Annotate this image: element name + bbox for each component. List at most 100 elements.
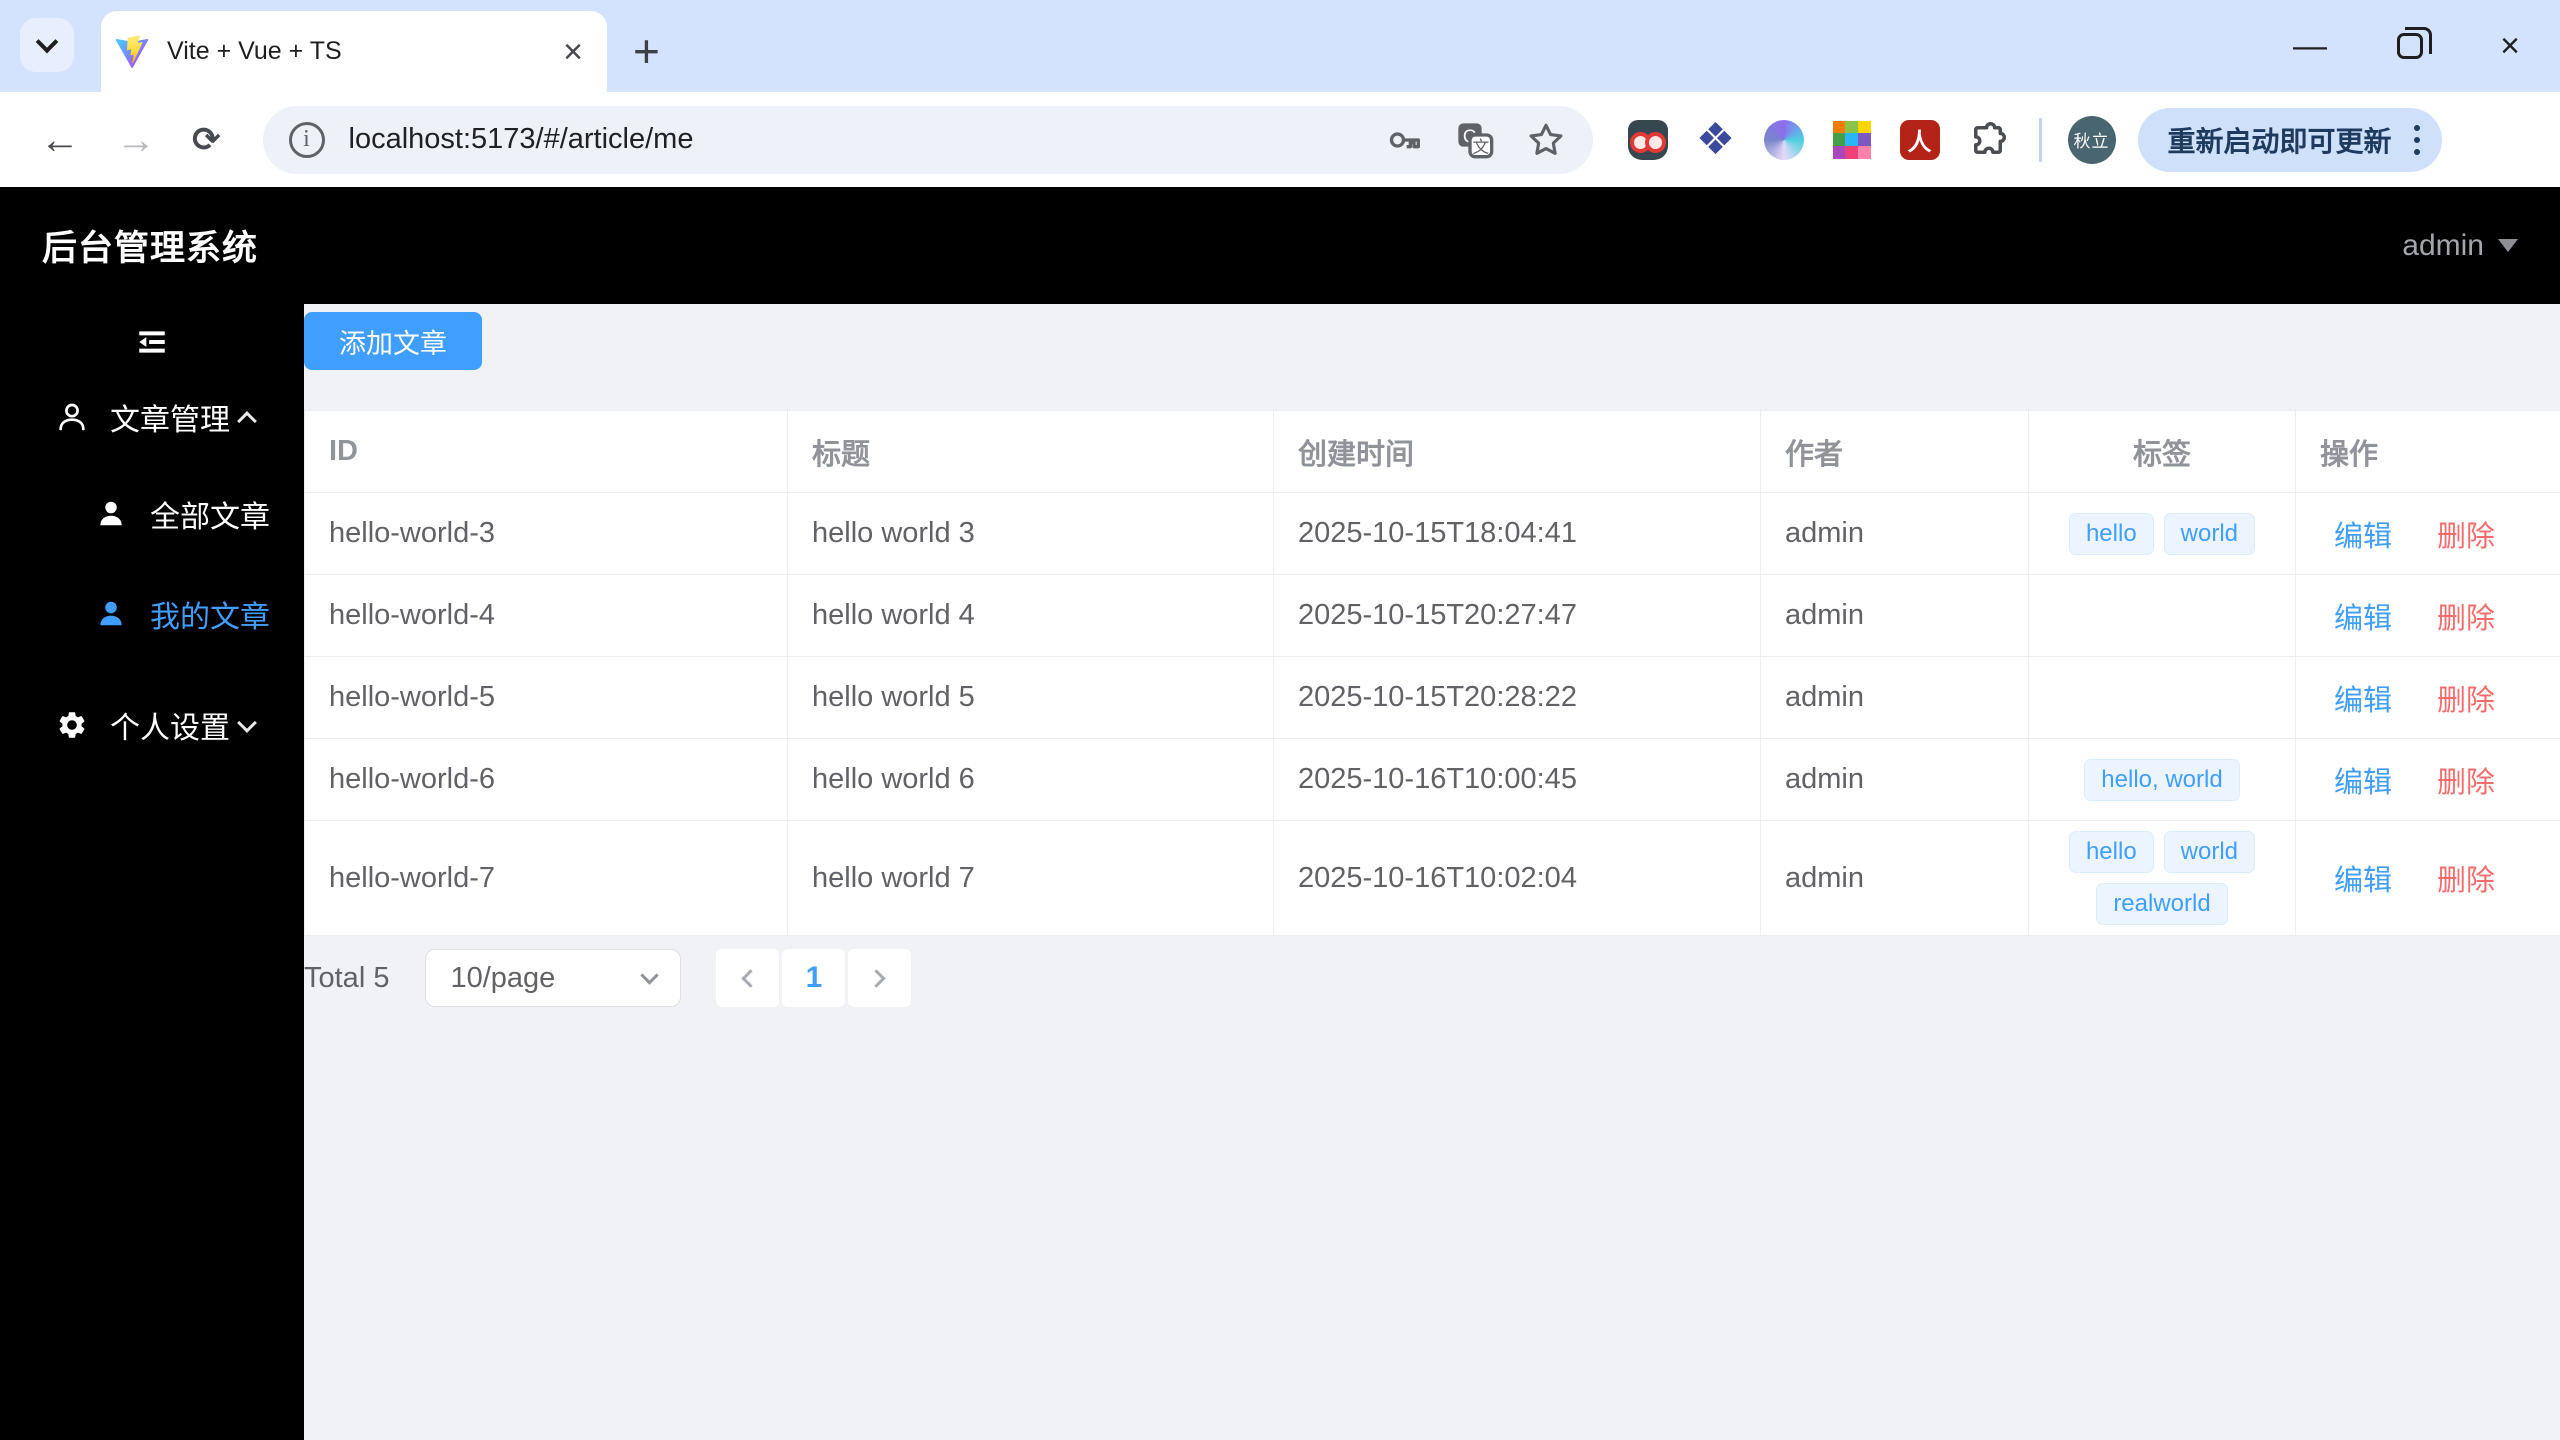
user-outline-icon <box>56 400 90 434</box>
sidebar-item-my-articles[interactable]: 我的文章 <box>0 564 304 664</box>
tampermonkey-extension-icon[interactable] <box>1627 119 1669 161</box>
tag-badge: realworld <box>2096 883 2228 925</box>
tag-list: hello world <box>2041 512 2283 555</box>
sidebar-group-articles[interactable]: 文章管理 <box>0 370 304 464</box>
edit-link[interactable]: 编辑 <box>2334 603 2392 635</box>
new-tab-button[interactable]: + <box>633 28 660 74</box>
cell-title: hello world 4 <box>787 574 1274 657</box>
cell-actions: 编辑 删除 <box>2295 656 2560 739</box>
sidebar-group-settings[interactable]: 个人设置 <box>0 678 304 772</box>
table-header-row: ID 标题 创建时间 作者 标签 操作 <box>304 410 2560 493</box>
user-dropdown[interactable]: admin <box>2402 229 2518 263</box>
cell-id: hello-world-7 <box>304 820 788 936</box>
edit-link[interactable]: 编辑 <box>2334 521 2392 553</box>
next-page-button[interactable] <box>848 949 912 1007</box>
cell-author: admin <box>1760 492 2029 575</box>
page-size-value: 10/page <box>450 961 556 994</box>
update-chrome-label: 重新启动即可更新 <box>2167 125 2392 157</box>
restore-icon <box>2397 27 2432 59</box>
cell-author: admin <box>1760 656 2029 739</box>
gear-icon <box>56 708 90 742</box>
cell-tags: hello, world <box>2028 738 2296 821</box>
update-chrome-button[interactable]: 重新启动即可更新 <box>2137 107 2442 172</box>
col-header-title: 标题 <box>787 410 1274 493</box>
translate-icon[interactable]: G 文 <box>1455 120 1495 160</box>
table-row: hello-world-6 hello world 6 2025-10-16T10:… <box>304 738 2560 821</box>
col-header-id: ID <box>304 410 788 493</box>
site-info-icon[interactable]: i <box>288 121 325 158</box>
browser-toolbar: ← → ⟳ i localhost:5173/#/article/me G 文 <box>0 92 2560 187</box>
restore-button[interactable] <box>2360 0 2460 92</box>
tab-title: Vite + Vue + TS <box>167 37 342 65</box>
cell-title: hello world 6 <box>787 738 1274 821</box>
sidebar-item-all-articles-label: 全部文章 <box>150 501 270 534</box>
delete-link[interactable]: 删除 <box>2437 603 2495 635</box>
app-header: 后台管理系统 admin <box>0 187 2560 304</box>
col-header-created: 创建时间 <box>1273 410 1761 493</box>
password-key-icon[interactable] <box>1385 120 1425 160</box>
cell-title: hello world 7 <box>787 820 1274 936</box>
tag-list: hello world realworld <box>2041 831 2283 925</box>
address-bar[interactable]: i localhost:5173/#/article/me G 文 <box>262 105 1593 174</box>
cell-author: admin <box>1760 574 2029 657</box>
delete-link[interactable]: 删除 <box>2437 865 2495 897</box>
bookmark-star-icon[interactable] <box>1525 119 1567 161</box>
pagination: Total 5 10/page 1 <box>304 949 2560 1007</box>
browser-menu-icon[interactable] <box>2413 124 2420 155</box>
cell-tags <box>2028 574 2296 657</box>
chevron-down-icon <box>35 30 59 54</box>
vite-favicon-icon <box>115 34 149 68</box>
page-number-button[interactable]: 1 <box>782 949 846 1007</box>
url-text[interactable]: localhost:5173/#/article/me <box>349 123 1385 156</box>
window-controls: — × <box>2260 0 2560 92</box>
cell-actions: 编辑 删除 <box>2295 738 2560 821</box>
articles-table: ID 标题 创建时间 作者 标签 操作 hello-world-3 hello w… <box>304 410 2560 936</box>
sidebar: 文章管理 全部文章 我的文章 个人设置 <box>0 304 304 1440</box>
add-article-button[interactable]: 添加文章 <box>304 312 482 370</box>
app-title: 后台管理系统 <box>42 229 259 268</box>
user-name: admin <box>2402 228 2484 262</box>
cell-tags: hello world realworld <box>2028 820 2296 936</box>
pdf-extension-icon[interactable]: 人 <box>1899 119 1941 161</box>
cell-created: 2025-10-16T10:00:45 <box>1273 738 1761 821</box>
tab-strip: Vite + Vue + TS × + — × <box>0 0 2560 92</box>
table-row: hello-world-5 hello world 5 2025-10-15T20:… <box>304 656 2560 739</box>
extensions-puzzle-icon[interactable] <box>1967 119 2009 161</box>
delete-link[interactable]: 删除 <box>2437 685 2495 717</box>
sidebar-group-articles-label: 文章管理 <box>110 404 230 437</box>
tab-close-icon[interactable]: × <box>557 35 589 69</box>
swirl-extension-icon[interactable] <box>1763 119 1805 161</box>
back-button[interactable]: ← <box>40 120 80 160</box>
tab-search-button[interactable] <box>20 18 74 72</box>
tag-badge: hello <box>2068 512 2154 555</box>
tag-badge: hello <box>2068 831 2154 873</box>
edit-link[interactable]: 编辑 <box>2334 685 2392 717</box>
caret-down-icon <box>2498 239 2518 252</box>
table-row: hello-world-7 hello world 7 2025-10-16T10:… <box>304 820 2560 936</box>
cell-created: 2025-10-15T20:27:47 <box>1273 574 1761 657</box>
chevron-down-icon <box>237 713 257 733</box>
tag-badge: world <box>2163 831 2256 873</box>
forward-button[interactable]: → <box>116 120 156 160</box>
reload-button[interactable]: ⟳ <box>192 123 221 157</box>
delete-link[interactable]: 删除 <box>2437 767 2495 799</box>
delete-link[interactable]: 删除 <box>2437 521 2495 553</box>
edit-link[interactable]: 编辑 <box>2334 865 2392 897</box>
collapse-menu-icon[interactable] <box>135 325 169 359</box>
web-page: 后台管理系统 admin 文章管理 全部文章 我的文章 个人设置 添加文章 ID… <box>0 187 2560 1440</box>
sidebar-item-all-articles[interactable]: 全部文章 <box>0 464 304 564</box>
browser-tab[interactable]: Vite + Vue + TS × <box>101 11 607 92</box>
user-filled-icon <box>96 597 130 631</box>
prev-page-button[interactable] <box>716 949 780 1007</box>
edit-link[interactable]: 编辑 <box>2334 767 2392 799</box>
palette-extension-icon[interactable] <box>1831 119 1873 161</box>
col-header-tags: 标签 <box>2028 410 2296 493</box>
profile-avatar[interactable]: 秋立 <box>2067 115 2116 164</box>
clover-extension-icon[interactable]: ❖ <box>1695 117 1737 161</box>
minimize-button[interactable]: — <box>2260 0 2360 92</box>
cell-actions: 编辑 删除 <box>2295 492 2560 575</box>
cell-created: 2025-10-16T10:02:04 <box>1273 820 1761 936</box>
page-size-select[interactable]: 10/page <box>425 949 682 1007</box>
chevron-up-icon <box>237 411 257 431</box>
close-button[interactable]: × <box>2460 0 2560 92</box>
